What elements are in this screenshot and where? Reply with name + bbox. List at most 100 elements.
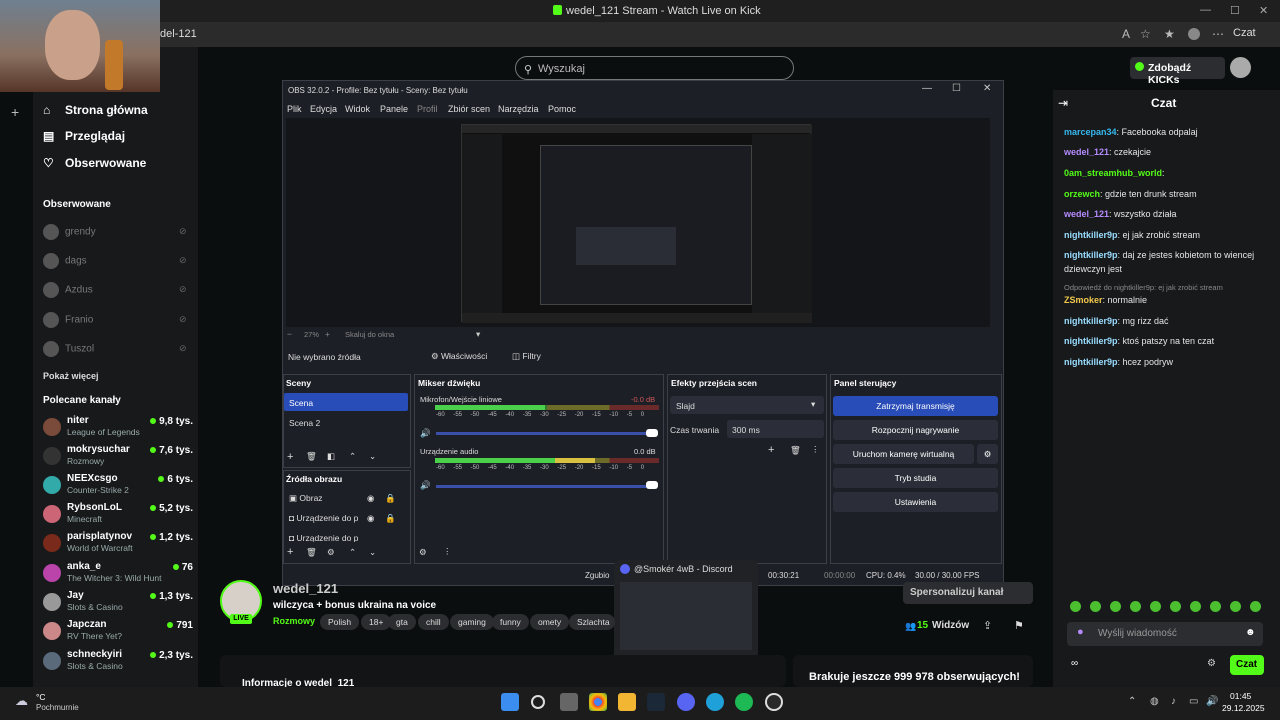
emote-icon[interactable] bbox=[1070, 601, 1081, 612]
studio-mode-button[interactable]: Tryb studia bbox=[833, 468, 998, 488]
emote-icon[interactable] bbox=[1130, 601, 1141, 612]
recommended-channel[interactable]: niter League of Legends 9,8 tys. bbox=[43, 415, 193, 443]
maximize-icon[interactable]: ☐ bbox=[1230, 4, 1240, 17]
virtual-camera-settings-icon[interactable]: ⚙ bbox=[977, 444, 998, 464]
windows-start-icon[interactable] bbox=[501, 693, 519, 711]
zoom-in-icon[interactable]: + bbox=[325, 329, 330, 339]
recommended-channel[interactable]: NEEXcsgo Counter-Strike 26 tys. bbox=[43, 473, 193, 501]
scene-filter-icon[interactable]: ◧ bbox=[327, 451, 335, 462]
emote-icon[interactable] bbox=[1090, 601, 1101, 612]
tag[interactable]: Polish bbox=[320, 614, 360, 630]
emote-icon[interactable] bbox=[1170, 601, 1181, 612]
volume-slider-handle[interactable] bbox=[646, 429, 658, 437]
remove-scene-icon[interactable]: 🗑 bbox=[306, 451, 317, 462]
start-virtual-camera-button[interactable]: Uruchom kamerę wirtualną bbox=[833, 444, 974, 464]
source-item[interactable]: ◘ Urządzenie do p bbox=[289, 533, 404, 542]
volume-slider[interactable] bbox=[436, 432, 652, 435]
mixer-settings-icon[interactable]: ⚙ bbox=[419, 547, 427, 558]
tray-app-icon[interactable]: ◍ bbox=[1150, 696, 1159, 707]
add-source-icon[interactable]: + bbox=[287, 546, 293, 558]
favorite-icon[interactable]: ☆ bbox=[1140, 27, 1151, 41]
obs-menu-scene-collection[interactable]: Zbiór scen bbox=[448, 104, 490, 114]
emoji-icon[interactable]: ☻ bbox=[1245, 627, 1256, 638]
plus-icon[interactable]: + bbox=[11, 104, 19, 120]
spotify-icon[interactable] bbox=[735, 693, 753, 711]
tag[interactable]: 18+ bbox=[361, 614, 392, 630]
obs-menu-docks[interactable]: Panele bbox=[380, 104, 408, 114]
close-icon[interactable]: ✕ bbox=[1259, 4, 1268, 17]
eye-icon[interactable]: ◉ bbox=[367, 513, 374, 524]
recommended-channel[interactable]: parisplatynov World of Warcraft 1,2 tys. bbox=[43, 531, 193, 559]
get-kicks-button[interactable]: Zdobądź KICKs bbox=[1130, 57, 1225, 86]
tag[interactable]: Szlachta bbox=[569, 614, 615, 630]
volume-icon[interactable]: 🔊 bbox=[1206, 696, 1218, 707]
read-aloud-icon[interactable]: A bbox=[1122, 27, 1130, 41]
transition-menu-icon[interactable]: ⋮ bbox=[811, 444, 820, 455]
tag[interactable]: chill bbox=[418, 614, 449, 630]
add-scene-icon[interactable]: + bbox=[287, 451, 293, 463]
tag[interactable]: funny bbox=[492, 614, 529, 630]
send-chat-button[interactable]: Czat bbox=[1230, 655, 1264, 675]
chrome-icon[interactable] bbox=[589, 693, 607, 711]
lock-icon[interactable]: 🔒 bbox=[385, 493, 396, 504]
eye-icon[interactable]: ◉ bbox=[367, 493, 374, 504]
steam-icon[interactable] bbox=[647, 693, 665, 711]
followed-item[interactable]: Azdus ⊘ bbox=[43, 282, 193, 298]
followed-item[interactable]: dags ⊘ bbox=[43, 253, 193, 269]
scene-item[interactable]: Scena bbox=[289, 398, 313, 408]
zoom-out-icon[interactable]: − bbox=[287, 329, 292, 339]
stop-streaming-button[interactable]: Zatrzymaj transmisję bbox=[833, 396, 998, 416]
obs-menu-profile[interactable]: Profil bbox=[417, 104, 438, 114]
recommended-channel[interactable]: RybsonLoL Minecraft 5,2 tys. bbox=[43, 502, 193, 530]
discord-taskbar-icon[interactable] bbox=[677, 693, 695, 711]
speaker-icon[interactable]: 🔊 bbox=[420, 480, 431, 491]
volume-slider[interactable] bbox=[436, 485, 652, 488]
recommended-channel[interactable]: Japczan RV There Yet? 791 bbox=[43, 619, 193, 647]
obs-menu-help[interactable]: Pomoc bbox=[548, 104, 576, 114]
recommended-channel[interactable]: Jay Slots & Casino 1,3 tys. bbox=[43, 590, 193, 618]
nav-following[interactable]: ♡ Obserwowane bbox=[43, 156, 146, 170]
file-explorer-icon[interactable] bbox=[618, 693, 636, 711]
follow-icon[interactable]: ⚑ bbox=[1014, 619, 1024, 632]
source-item[interactable]: ◘ Urządzenie do p ◉ 🔒 bbox=[289, 513, 404, 523]
user-avatar[interactable] bbox=[1230, 57, 1251, 78]
obs-menu-file[interactable]: Plik bbox=[287, 104, 302, 114]
emote-icon[interactable] bbox=[1210, 601, 1221, 612]
show-more-link[interactable]: Pokaż więcej bbox=[43, 371, 99, 381]
recommended-channel[interactable]: mokrysuchar Rozmowy 7,6 tys. bbox=[43, 444, 193, 472]
tray-chevron-icon[interactable]: ⌃ bbox=[1128, 696, 1136, 707]
followed-item[interactable]: Tuszol ⊘ bbox=[43, 341, 193, 357]
tag[interactable]: gta bbox=[388, 614, 416, 630]
speaker-icon[interactable]: 🔊 bbox=[420, 428, 431, 439]
favorites-bar-icon[interactable]: ★ bbox=[1164, 27, 1175, 41]
obs-menu-edit[interactable]: Edycja bbox=[310, 104, 337, 114]
obs-menu-view[interactable]: Widok bbox=[345, 104, 370, 114]
copilot-chat-button[interactable]: Czat bbox=[1233, 27, 1256, 39]
add-transition-icon[interactable]: + bbox=[768, 444, 774, 456]
start-recording-button[interactable]: Rozpocznij nagrywanie bbox=[833, 420, 998, 440]
properties-button[interactable]: ⚙ Właściwości bbox=[431, 351, 487, 362]
source-item[interactable]: ▣ Obraz ◉ 🔒 bbox=[289, 493, 404, 504]
nav-home[interactable]: ⌂ Strona główna bbox=[43, 103, 148, 117]
obs-maximize-icon[interactable]: ☐ bbox=[952, 83, 961, 94]
nav-browse[interactable]: ▤ Przeglądaj bbox=[43, 129, 125, 143]
task-view-icon[interactable] bbox=[560, 693, 578, 711]
chevron-down-icon[interactable]: ▾ bbox=[476, 329, 480, 340]
recommended-channel[interactable]: schneckyiri Slots & Casino 2,3 tys. bbox=[43, 649, 193, 677]
lock-icon[interactable]: 🔒 bbox=[385, 513, 396, 524]
obs-menu-tools[interactable]: Narzędzia bbox=[498, 104, 539, 114]
emote-icon[interactable] bbox=[1110, 601, 1121, 612]
emote-icon[interactable] bbox=[1150, 601, 1161, 612]
move-down-icon[interactable]: ⌄ bbox=[369, 451, 376, 462]
obs-minimize-icon[interactable]: — bbox=[922, 83, 932, 94]
emote-icon[interactable] bbox=[1190, 601, 1201, 612]
recommended-channel[interactable]: anka_e The Witcher 3: Wild Hunt 76 bbox=[43, 561, 193, 589]
stream-category[interactable]: Rozmowy bbox=[273, 616, 315, 626]
emote-icon[interactable] bbox=[1230, 601, 1241, 612]
more-menu-icon[interactable]: ⋯ bbox=[1212, 27, 1224, 41]
tag[interactable]: gaming bbox=[450, 614, 494, 630]
followed-item[interactable]: Franio ⊘ bbox=[43, 312, 193, 328]
share-icon[interactable]: ⇪ bbox=[983, 619, 992, 632]
edge-icon[interactable] bbox=[706, 693, 724, 711]
scene-item[interactable]: Scena 2 bbox=[289, 418, 320, 428]
